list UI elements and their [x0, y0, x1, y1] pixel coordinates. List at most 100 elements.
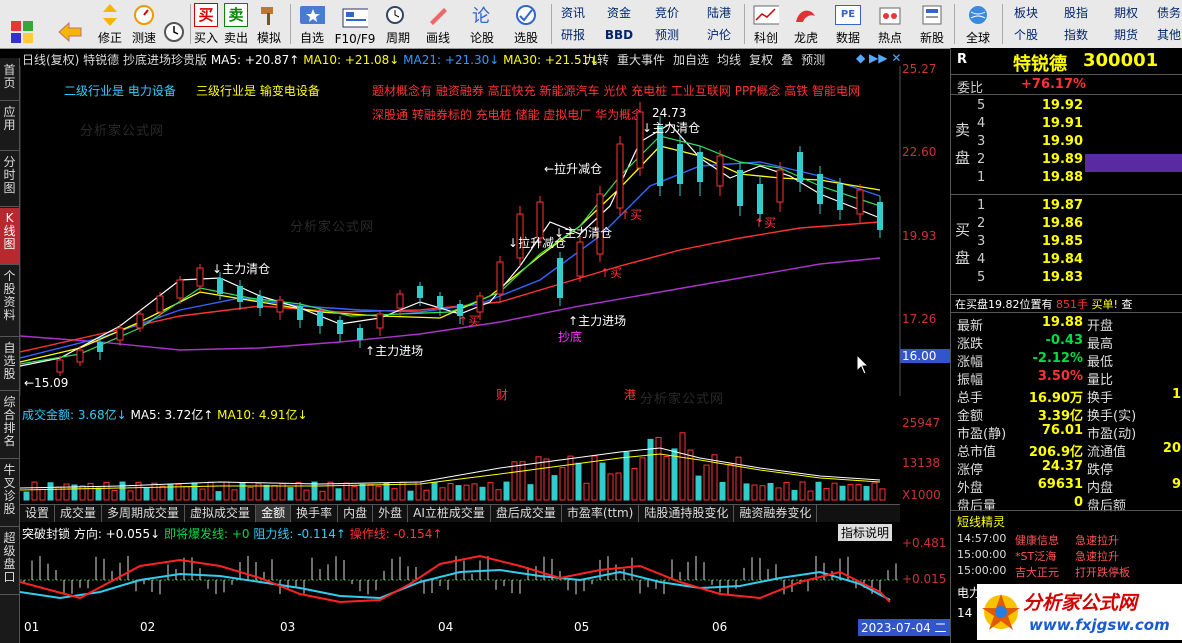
- indicator-chart[interactable]: [20, 542, 900, 616]
- nav-watchlist[interactable]: 自选股: [0, 338, 19, 391]
- short-stock[interactable]: 健康信息: [1015, 532, 1059, 548]
- stat-label: 盘后量: [957, 499, 997, 514]
- tab-outer[interactable]: 外盘: [373, 505, 409, 522]
- nav-super-board[interactable]: 超级盘口: [0, 528, 19, 595]
- sell-button[interactable]: 卖 卖出: [222, 2, 250, 46]
- btn-bond[interactable]: 债务: [1156, 4, 1182, 22]
- lift-reduce-label: ←拉升减仓: [544, 162, 603, 176]
- tab-turnover[interactable]: 换手率: [291, 505, 339, 522]
- btn-option[interactable]: 期权: [1108, 4, 1144, 22]
- tab-margin[interactable]: 融资融券变化: [734, 505, 818, 522]
- nav-home[interactable]: 首页: [0, 60, 19, 101]
- btn-bbd[interactable]: BBD: [602, 26, 636, 44]
- volume-bar: [407, 490, 414, 501]
- btn-futures[interactable]: 期货: [1108, 26, 1144, 44]
- btn-auction[interactable]: 竞价: [650, 4, 684, 22]
- kline-chart[interactable]: [20, 66, 950, 396]
- grid-menu-button[interactable]: [4, 2, 40, 46]
- volume-bar: [703, 464, 710, 501]
- forum-button[interactable]: 论 论股: [464, 2, 500, 46]
- volume-bar: [855, 483, 862, 501]
- tab-pe-ttm[interactable]: 市盈率(ttm): [562, 505, 640, 522]
- short-stock[interactable]: *ST泛海: [1015, 548, 1056, 564]
- stat-label: 金额: [957, 409, 984, 424]
- simulate-button[interactable]: 模拟: [254, 2, 284, 46]
- sell-price[interactable]: 19.88: [1021, 170, 1083, 185]
- newstock-button[interactable]: 新股: [914, 2, 950, 46]
- sell-price[interactable]: 19.91: [1021, 116, 1083, 131]
- btn-index-fut[interactable]: 股指: [1058, 4, 1094, 22]
- select-stock-button[interactable]: 选股: [506, 2, 546, 46]
- volume-bar: [87, 482, 94, 501]
- btn-other[interactable]: 其他: [1156, 26, 1182, 44]
- volume-bar: [231, 489, 238, 501]
- nav-arrows-icon[interactable]: ◆ ▶▶ ✕: [856, 51, 901, 65]
- tab-volume[interactable]: 成交量: [55, 505, 103, 522]
- nav-profile[interactable]: 个股资料: [0, 266, 19, 337]
- btn-sector[interactable]: 板块: [1008, 4, 1044, 22]
- watermark-2: 分析家公式网: [290, 220, 375, 235]
- btn-stock[interactable]: 个股: [1008, 26, 1044, 44]
- f10-button[interactable]: F10/F9: [332, 2, 378, 46]
- tab-after-hours[interactable]: 盘后成交量: [491, 505, 562, 522]
- volume-bar: [351, 485, 358, 501]
- sell-price[interactable]: 19.92: [1021, 98, 1083, 113]
- tab-inner[interactable]: 内盘: [338, 505, 374, 522]
- nav-kline[interactable]: K线图: [0, 208, 19, 265]
- btn-hk[interactable]: 陆港: [702, 4, 736, 22]
- short-stock[interactable]: 吉大正元: [1015, 564, 1059, 580]
- volume-bar: [415, 481, 422, 501]
- tab-amount[interactable]: 金额: [256, 505, 292, 522]
- btn-funds[interactable]: 资金: [602, 4, 636, 22]
- stat-value: 24.37: [1041, 459, 1083, 474]
- nav-apps[interactable]: 应用: [0, 102, 19, 151]
- tab-hk-holdings[interactable]: 陆股通持股变化: [639, 505, 735, 522]
- btn-index[interactable]: 指数: [1058, 26, 1094, 44]
- hotspot-button[interactable]: 热点: [872, 2, 908, 46]
- buy-price[interactable]: 19.85: [1021, 234, 1083, 249]
- tab-multi-period[interactable]: 多周期成交量: [102, 505, 186, 522]
- sell-price[interactable]: 19.90: [1021, 134, 1083, 149]
- sell-price[interactable]: 19.89: [1021, 152, 1083, 167]
- forum-label: 论股: [469, 31, 494, 45]
- data-button[interactable]: PE 数据: [830, 2, 866, 46]
- ind-tick-1: +0.481: [902, 536, 947, 550]
- period-button[interactable]: 周期: [380, 2, 416, 46]
- clock-button[interactable]: [160, 2, 188, 46]
- nav-ranking[interactable]: 综合排名: [0, 392, 19, 459]
- volume-bar: [863, 486, 870, 501]
- stat-label-right: 内盘: [1087, 481, 1114, 496]
- kechuang-button[interactable]: 科创: [748, 2, 784, 46]
- speed-button[interactable]: 测速: [128, 2, 160, 46]
- btn-news[interactable]: 资讯: [556, 4, 590, 22]
- draw-button[interactable]: 画线: [420, 2, 456, 46]
- nav-diagnosis[interactable]: 牛叉诊股: [0, 460, 19, 527]
- dragon-icon: [793, 3, 819, 27]
- btn-forecast[interactable]: 预测: [650, 26, 684, 44]
- buy-level: 1: [977, 198, 986, 213]
- volume-bar: [63, 483, 70, 501]
- buy-price[interactable]: 19.86: [1021, 216, 1083, 231]
- buy-price[interactable]: 19.87: [1021, 198, 1083, 213]
- stat-label-right: 市盈(动): [1087, 427, 1137, 442]
- star-icon: [299, 3, 325, 27]
- buy-price[interactable]: 19.83: [1021, 270, 1083, 285]
- tab-ai-volume[interactable]: AI立桩成交量: [408, 505, 491, 522]
- fix-button[interactable]: 修正: [94, 2, 126, 46]
- buy-level: 5: [977, 270, 986, 285]
- btn-shlon[interactable]: 沪伦: [702, 26, 736, 44]
- dragon-button[interactable]: 龙虎: [788, 2, 824, 46]
- back-button[interactable]: [52, 2, 88, 46]
- chart-panel[interactable]: 日线(复权) 特锐德 抄底进场珍贵版 MA5: +20.87↑ MA10: +2…: [20, 48, 950, 643]
- buy-price[interactable]: 19.84: [1021, 252, 1083, 267]
- tab-settings[interactable]: 设置: [20, 505, 56, 522]
- logo-star-icon: [982, 594, 1020, 630]
- tab-virtual-volume[interactable]: 虚拟成交量: [185, 505, 257, 522]
- indicator-desc-button[interactable]: 指标说明: [838, 524, 893, 541]
- volume-chart[interactable]: [20, 424, 900, 502]
- btn-report[interactable]: 研报: [556, 26, 590, 44]
- global-button[interactable]: 全球: [958, 2, 998, 46]
- nav-timeshare[interactable]: 分时图: [0, 152, 19, 207]
- buy-button[interactable]: 买 买入: [192, 2, 220, 46]
- watchlist-button[interactable]: 自选: [294, 2, 330, 46]
